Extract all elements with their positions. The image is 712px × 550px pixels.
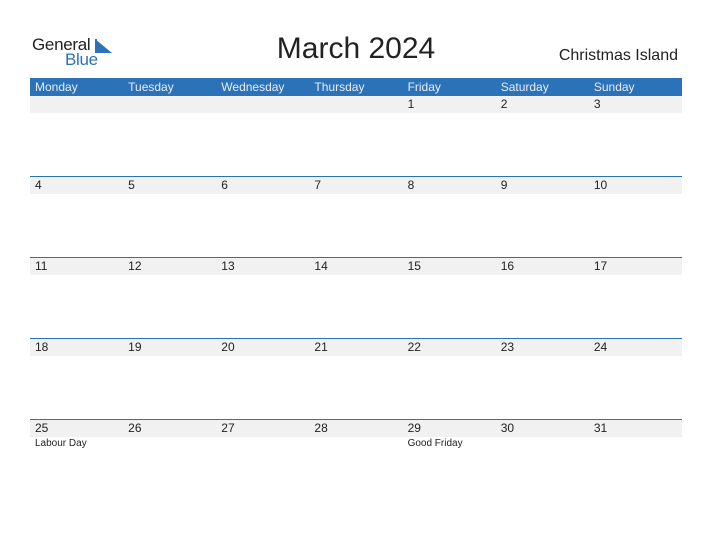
day-event <box>309 437 402 500</box>
day-event <box>216 113 309 176</box>
day-event <box>309 194 402 257</box>
day-event <box>309 113 402 176</box>
day-number: 25 <box>35 421 49 435</box>
day-number: 28 <box>314 421 328 435</box>
day-event <box>30 194 123 257</box>
day-event <box>309 356 402 419</box>
day-event <box>309 275 402 338</box>
day-number: 6 <box>221 178 228 192</box>
day-number: 21 <box>314 340 328 354</box>
day-event <box>30 356 123 419</box>
day-number: 14 <box>314 259 328 273</box>
day-number: 16 <box>500 259 515 273</box>
day-event <box>216 194 309 257</box>
day-number: 20 <box>221 340 235 354</box>
day-event <box>30 275 123 338</box>
day-event <box>589 194 682 257</box>
day-number: 30 <box>500 421 515 435</box>
day-number: 11 <box>35 259 48 273</box>
event-row <box>30 275 682 338</box>
calendar-grid: Monday Tuesday Wednesday Thursday Friday… <box>30 78 682 500</box>
country-label: Christmas Island <box>558 47 678 64</box>
day-event <box>30 113 123 176</box>
day-event <box>216 437 309 500</box>
day-number: 5 <box>128 178 135 192</box>
weekday-thursday: Thursday <box>314 80 365 94</box>
day-number <box>30 96 123 113</box>
day-event <box>589 437 682 500</box>
day-event: Good Friday <box>407 438 463 449</box>
day-number: 10 <box>593 178 608 192</box>
day-number: 13 <box>221 259 235 273</box>
day-event <box>496 437 589 500</box>
day-event <box>496 113 589 176</box>
day-event <box>403 356 496 419</box>
day-number: 31 <box>593 421 608 435</box>
weekday-friday: Friday <box>407 80 441 94</box>
date-number-row: 18 19 20 21 22 23 24 <box>30 339 682 356</box>
week-row: 4 5 6 7 8 9 10 <box>30 176 682 257</box>
day-number: 1 <box>407 97 415 111</box>
day-event <box>589 356 682 419</box>
day-event <box>123 194 216 257</box>
week-row: 1 2 3 <box>30 96 682 176</box>
day-number: 15 <box>407 259 421 273</box>
day-number: 22 <box>407 340 421 354</box>
event-row <box>30 356 682 419</box>
day-number: 9 <box>500 178 508 192</box>
date-number-row: 11 12 13 14 15 16 17 <box>30 258 682 275</box>
day-number: 19 <box>128 340 142 354</box>
day-number: 17 <box>593 259 608 273</box>
weekday-header: Monday Tuesday Wednesday Thursday Friday… <box>30 78 682 96</box>
date-number-row: 4 5 6 7 8 9 10 <box>30 177 682 194</box>
event-row <box>30 113 682 176</box>
day-event <box>589 275 682 338</box>
day-event <box>123 356 216 419</box>
event-row: Labour Day Good Friday <box>30 437 682 500</box>
day-number <box>123 96 216 113</box>
day-event <box>216 356 309 419</box>
day-number: 26 <box>128 421 142 435</box>
day-number: 24 <box>593 340 608 354</box>
day-event <box>403 194 496 257</box>
day-event: Labour Day <box>35 438 87 449</box>
day-number <box>309 96 402 113</box>
weekday-tuesday: Tuesday <box>128 80 174 94</box>
day-number: 8 <box>407 178 415 192</box>
day-event <box>123 275 216 338</box>
day-number: 3 <box>593 97 601 111</box>
day-event <box>403 113 496 176</box>
weekday-sunday: Sunday <box>593 80 635 94</box>
day-number <box>216 96 309 113</box>
day-event <box>496 356 589 419</box>
weekday-monday: Monday <box>35 80 78 94</box>
day-number: 12 <box>128 259 142 273</box>
day-number: 18 <box>35 340 49 354</box>
day-event <box>123 437 216 500</box>
day-number: 4 <box>35 178 42 192</box>
day-number: 7 <box>314 178 322 192</box>
date-number-row: 1 2 3 <box>30 96 682 113</box>
day-event <box>123 113 216 176</box>
weekday-saturday: Saturday <box>500 80 549 94</box>
day-event <box>216 275 309 338</box>
day-event <box>403 275 496 338</box>
day-event <box>589 113 682 176</box>
event-row <box>30 194 682 257</box>
day-number: 27 <box>221 421 235 435</box>
day-number: 23 <box>500 340 515 354</box>
day-event <box>496 194 589 257</box>
weekday-wednesday: Wednesday <box>221 80 285 94</box>
day-event <box>496 275 589 338</box>
week-row: 25 26 27 28 29 30 31 Labour Day Good Friday <box>30 419 682 500</box>
day-number: 2 <box>500 97 508 111</box>
day-number: 29 <box>407 421 421 435</box>
date-number-row: 25 26 27 28 29 30 31 <box>30 420 682 437</box>
week-row: 11 12 13 14 15 16 17 <box>30 257 682 338</box>
week-row: 18 19 20 21 22 23 24 <box>30 338 682 419</box>
